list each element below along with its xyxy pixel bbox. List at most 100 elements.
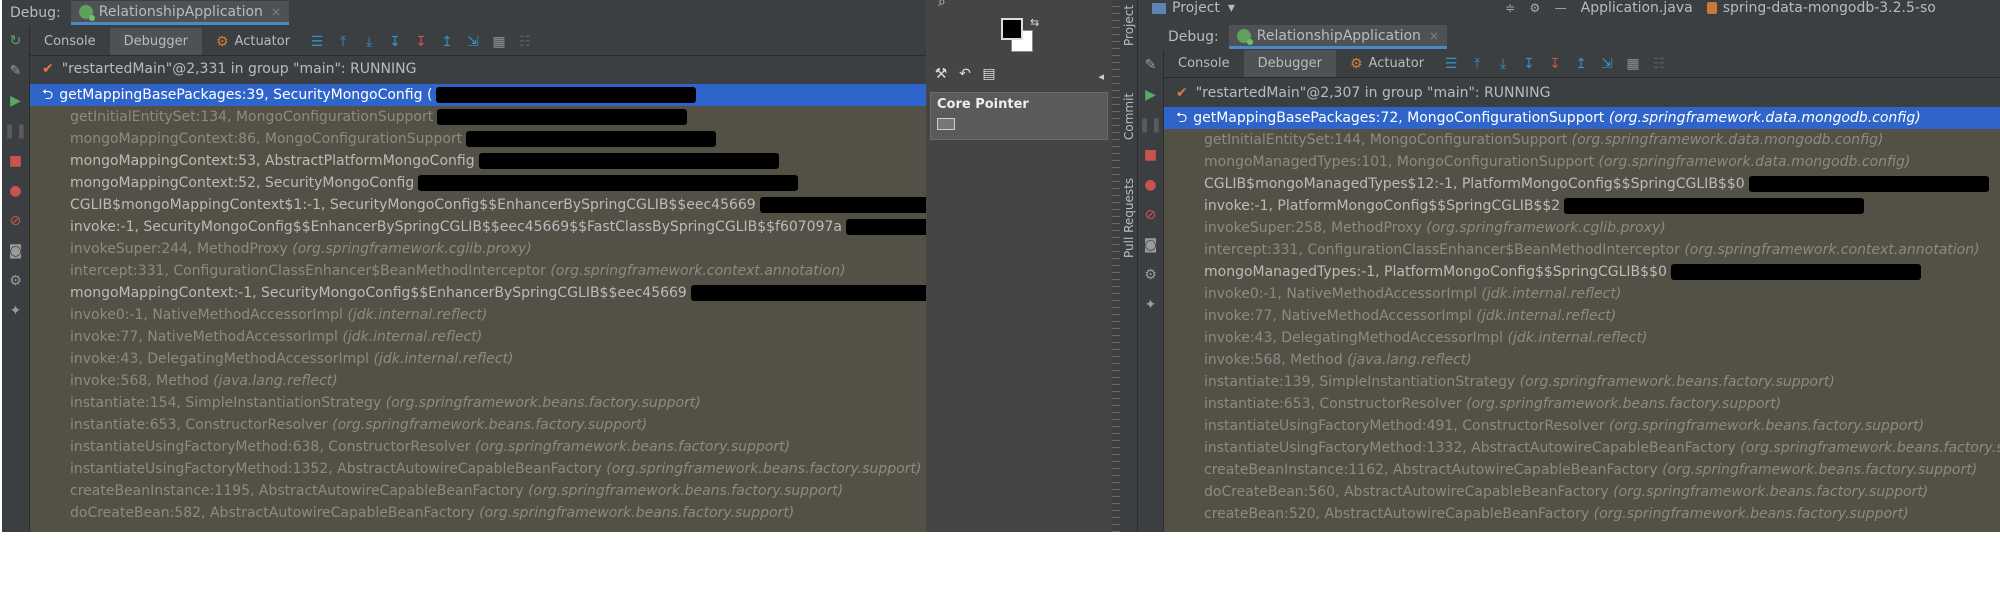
stack-frame-row[interactable]: intercept:331, ConfigurationClassEnhance… [30, 260, 926, 282]
collapse-all-icon[interactable]: ≑ [1505, 1, 1515, 15]
evaluate-expression-icon[interactable]: ▦ [1620, 50, 1646, 77]
resume-icon[interactable]: ▶ [2, 86, 29, 116]
show-execution-point-icon[interactable]: ⤒ [330, 28, 356, 55]
stack-frame-row[interactable]: instantiate:154, SimpleInstantiationStra… [30, 392, 926, 414]
collapse-icon[interactable]: ◂ [1098, 70, 1104, 83]
stop-icon[interactable]: ■ [1138, 140, 1163, 170]
step-into-icon[interactable]: ↧ [382, 28, 408, 55]
magnifier-icon[interactable]: ⌕ [938, 0, 946, 10]
pin-icon[interactable]: ✦ [2, 296, 29, 326]
side-tab-commit[interactable]: Commit [1122, 93, 1136, 140]
file-tab-mongodb-source[interactable]: spring-data-mongodb-3.2.5-so [1706, 0, 1936, 16]
step-into-icon[interactable]: ↧ [1516, 50, 1542, 77]
side-tab-project[interactable]: Project [1122, 5, 1136, 46]
stack-frame-row[interactable]: instantiateUsingFactoryMethod:491, Const… [1164, 415, 2000, 437]
stack-frame-row[interactable]: invoke0:-1, NativeMethodAccessorImpl (jd… [1164, 283, 2000, 305]
stack-frame-row[interactable]: invokeSuper:244, MethodProxy (org.spring… [30, 238, 926, 260]
stop-icon[interactable]: ■ [2, 146, 29, 176]
stack-frame-row[interactable]: instantiateUsingFactoryMethod:1332, Abst… [1164, 437, 2000, 459]
trace-icon[interactable]: ☷ [1646, 50, 1672, 77]
close-icon[interactable]: × [271, 5, 281, 19]
stack-frame-row[interactable]: instantiate:653, ConstructorResolver (or… [1164, 393, 2000, 415]
stack-frame-row[interactable]: invoke0:-1, NativeMethodAccessorImpl (jd… [30, 304, 926, 326]
side-tab-pull-requests[interactable]: Pull Requests [1122, 178, 1136, 258]
stack-frame-row[interactable]: getInitialEntitySet:144, MongoConfigurat… [1164, 129, 2000, 151]
run-to-cursor-icon[interactable]: ⇲ [1594, 50, 1620, 77]
stack-frame-row[interactable]: intercept:331, ConfigurationClassEnhance… [1164, 239, 2000, 261]
stack-frame-row[interactable]: doCreateBean:560, AbstractAutowireCapabl… [1164, 481, 2000, 503]
stack-frame-row[interactable]: mongoManagedTypes:-1, PlatformMongoConfi… [1164, 261, 2000, 283]
hide-icon[interactable]: — [1555, 1, 1567, 15]
tool-options-icon[interactable]: ⚒ [932, 66, 950, 82]
stack-frame-row[interactable]: CGLIB$mongoManagedTypes$12:-1, PlatformM… [1164, 173, 2000, 195]
step-out-icon[interactable]: ↥ [434, 28, 460, 55]
stack-frame-row[interactable]: invoke:43, DelegatingMethodAccessorImpl … [30, 348, 926, 370]
run-config-tab[interactable]: RelationshipApplication × [1228, 25, 1447, 49]
stack-frame-row[interactable]: invoke:568, Method (java.lang.reflect) [30, 370, 926, 392]
stack-frame-row[interactable]: invoke:43, DelegatingMethodAccessorImpl … [1164, 327, 2000, 349]
run-to-cursor-icon[interactable]: ⇲ [460, 28, 486, 55]
stack-frame-row[interactable]: CGLIB$mongoMappingContext$1:-1, Security… [30, 194, 926, 216]
step-over-icon[interactable]: ⤓ [356, 28, 382, 55]
gear-icon[interactable]: ⚙ [1138, 260, 1163, 290]
thread-selector[interactable]: ✔ "restartedMain"@2,331 in group "main":… [30, 56, 926, 82]
step-over-icon[interactable]: ⤓ [1490, 50, 1516, 77]
stack-frame-row[interactable]: mongoMappingContext:86, MongoConfigurati… [30, 128, 926, 150]
tab-debugger[interactable]: Debugger [1243, 50, 1336, 77]
force-step-into-icon[interactable]: ↧ [408, 28, 434, 55]
rerun-icon[interactable]: ↻ [2, 26, 29, 56]
settings-wrench-icon[interactable]: ✎ [2, 56, 29, 86]
mute-breakpoints-icon[interactable]: ⊘ [2, 206, 29, 236]
tab-console[interactable]: Console [30, 28, 110, 55]
stack-frame-row[interactable]: getInitialEntitySet:134, MongoConfigurat… [30, 106, 926, 128]
undo-history-icon[interactable]: ↶ [956, 66, 974, 82]
resume-icon[interactable]: ▶ [1138, 80, 1163, 110]
pin-icon[interactable]: ✦ [1138, 290, 1163, 320]
swap-colors-icon[interactable]: ⇆ [1030, 16, 1039, 29]
trace-icon[interactable]: ☷ [512, 28, 538, 55]
stack-frame-row[interactable]: createBeanInstance:1162, AbstractAutowir… [1164, 459, 2000, 481]
foreground-color-swatch[interactable] [1001, 18, 1023, 40]
gear-icon[interactable]: ⚙ [1529, 1, 1540, 15]
settings-wrench-icon[interactable]: ✎ [1138, 50, 1163, 80]
stack-frame-row[interactable]: instantiateUsingFactoryMethod:638, Const… [30, 436, 926, 458]
pause-icon[interactable]: ❚❚ [1138, 110, 1163, 140]
layers-icon[interactable]: ▤ [980, 66, 998, 82]
stack-frame-row[interactable]: doCreateBean:582, AbstractAutowireCapabl… [30, 502, 926, 524]
menu-icon[interactable]: ☰ [1438, 50, 1464, 77]
camera-icon[interactable]: ◙ [2, 236, 29, 266]
stack-frame-row[interactable]: instantiate:139, SimpleInstantiationStra… [1164, 371, 2000, 393]
step-out-icon[interactable]: ↥ [1568, 50, 1594, 77]
force-step-into-icon[interactable]: ↧ [1542, 50, 1568, 77]
stack-frame-row[interactable]: mongoMappingContext:52, SecurityMongoCon… [30, 172, 926, 194]
stack-frame-row[interactable]: ⮌ getMappingBasePackages:39, SecurityMong… [30, 84, 926, 106]
project-selector[interactable]: Project ▾ [1152, 0, 1235, 16]
view-breakpoints-icon[interactable]: ● [1138, 170, 1163, 200]
stack-frame-row[interactable]: createBeanInstance:1195, AbstractAutowir… [30, 480, 926, 502]
tab-debugger[interactable]: Debugger [109, 28, 202, 55]
show-execution-point-icon[interactable]: ⤒ [1464, 50, 1490, 77]
pause-icon[interactable]: ❚❚ [2, 116, 29, 146]
tab-console[interactable]: Console [1164, 50, 1244, 77]
stack-frame-row[interactable]: invoke:-1, SecurityMongoConfig$$Enhancer… [30, 216, 926, 238]
stack-frame-row[interactable]: invoke:-1, PlatformMongoConfig$$SpringCG… [1164, 195, 2000, 217]
tab-actuator[interactable]: ⚙ Actuator [1336, 50, 1438, 77]
stack-frame-row[interactable]: invoke:77, NativeMethodAccessorImpl (jdk… [1164, 305, 2000, 327]
stack-frame-row[interactable]: instantiateUsingFactoryMethod:1352, Abst… [30, 458, 926, 480]
camera-icon[interactable]: ◙ [1138, 230, 1163, 260]
thread-selector[interactable]: ✔ "restartedMain"@2,307 in group "main":… [1164, 80, 2000, 106]
stack-frame-row[interactable]: instantiate:653, ConstructorResolver (or… [30, 414, 926, 436]
stack-frame-row[interactable]: createBean:520, AbstractAutowireCapableB… [1164, 503, 2000, 525]
gear-icon[interactable]: ⚙ [2, 266, 29, 296]
stack-frame-row[interactable]: mongoMappingContext:53, AbstractPlatform… [30, 150, 926, 172]
stack-frame-row[interactable]: mongoManagedTypes:101, MongoConfiguratio… [1164, 151, 2000, 173]
view-breakpoints-icon[interactable]: ● [2, 176, 29, 206]
stack-frame-row[interactable]: invokeSuper:258, MethodProxy (org.spring… [1164, 217, 2000, 239]
run-config-tab[interactable]: RelationshipApplication × [70, 1, 289, 25]
close-icon[interactable]: × [1429, 29, 1439, 43]
mute-breakpoints-icon[interactable]: ⊘ [1138, 200, 1163, 230]
stack-frame-row[interactable]: invoke:568, Method (java.lang.reflect) [1164, 349, 2000, 371]
stack-frame-row[interactable]: mongoMappingContext:-1, SecurityMongoCon… [30, 282, 926, 304]
menu-icon[interactable]: ☰ [304, 28, 330, 55]
tab-actuator[interactable]: ⚙ Actuator [202, 28, 304, 55]
